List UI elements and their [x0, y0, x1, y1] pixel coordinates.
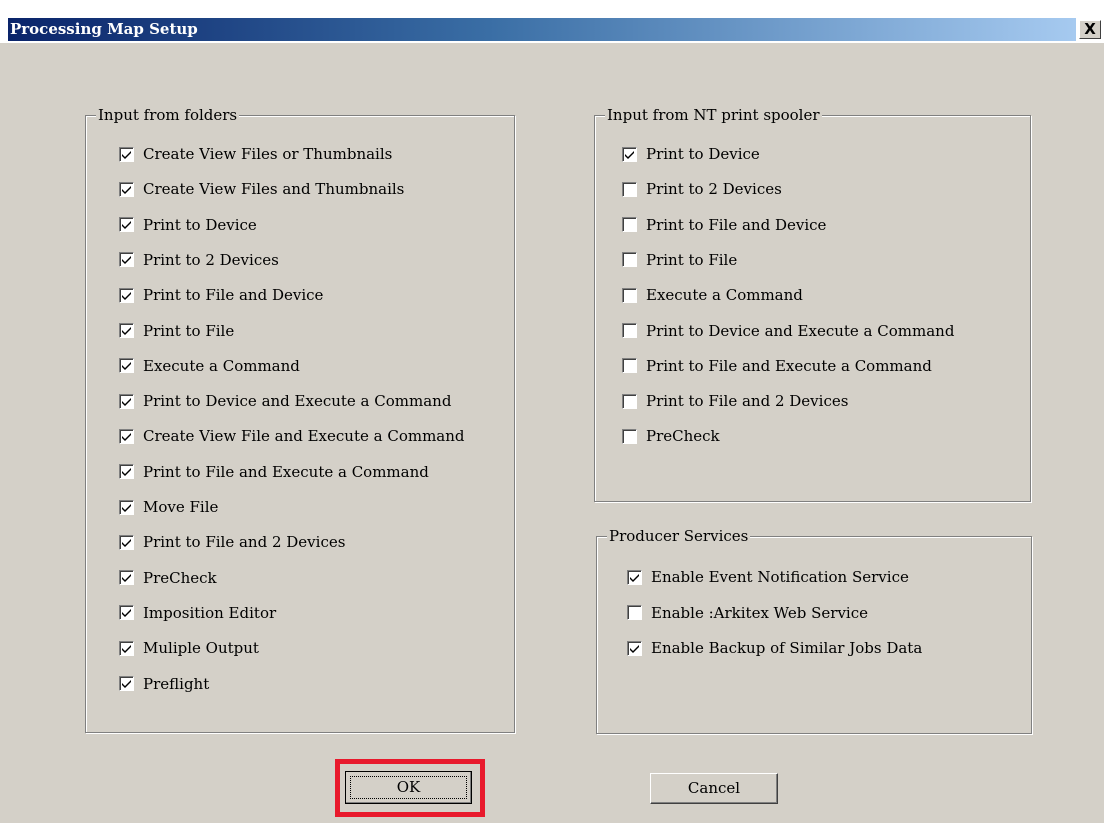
checkbox-label: Print to Device and Execute a Command [143, 392, 452, 411]
checkbox-producer-enable-arkitex-web-service[interactable]: Enable :Arkitex Web Service [627, 602, 868, 624]
checkbox-label: Create View File and Execute a Command [143, 427, 465, 446]
window-title: Processing Map Setup [10, 20, 198, 38]
checkbox-checked-icon[interactable] [119, 605, 134, 621]
checkbox-spooler-print-to-2-devices[interactable]: Print to 2 Devices [622, 178, 782, 200]
checkbox-label: Print to File and 2 Devices [646, 392, 849, 411]
checkbox-spooler-print-to-file-and-device[interactable]: Print to File and Device [622, 214, 826, 236]
checkbox-producer-enable-event-notification-service[interactable]: Enable Event Notification Service [627, 566, 909, 588]
checkbox-checked-icon[interactable] [119, 252, 134, 268]
checkbox-label: Print to File and 2 Devices [143, 533, 346, 552]
checkbox-unchecked-icon[interactable] [627, 605, 642, 620]
checkbox-label: Print to File [646, 250, 738, 269]
checkbox-label: Imposition Editor [143, 603, 277, 622]
checkbox-label: Execute a Command [646, 286, 803, 305]
checkbox-folders-move-file[interactable]: Move File [119, 496, 218, 518]
checkbox-label: Print to Device [646, 145, 760, 163]
checkbox-checked-icon[interactable] [627, 640, 642, 656]
checkbox-producer-enable-backup-of-similar-jobs-data[interactable]: Enable Backup of Similar Jobs Data [627, 637, 922, 659]
checkbox-unchecked-icon[interactable] [622, 181, 637, 197]
checkbox-folders-print-to-file-and-execute-a-command[interactable]: Print to File and Execute a Command [119, 461, 429, 483]
checkbox-spooler-print-to-file-and-execute-a-command[interactable]: Print to File and Execute a Command [622, 355, 932, 377]
group-input-from-spooler: Input from NT print spooler Print to Dev… [594, 106, 1031, 502]
checkbox-unchecked-icon[interactable] [622, 323, 637, 338]
title-bar: Processing Map Setup X [0, 0, 1104, 43]
checkbox-spooler-execute-a-command[interactable]: Execute a Command [622, 284, 803, 306]
checkbox-label: Create View Files or Thumbnails [143, 145, 393, 163]
group-legend-spooler: Input from NT print spooler [605, 106, 822, 124]
checkbox-label: Execute a Command [143, 356, 300, 375]
checkbox-label: Print to File [143, 321, 235, 340]
checkbox-label: Preflight [143, 674, 210, 693]
checkbox-checked-icon[interactable] [119, 146, 134, 162]
checkbox-spooler-print-to-file-and-2-devices[interactable]: Print to File and 2 Devices [622, 390, 848, 412]
checkbox-folders-print-to-device-and-execute-a-command[interactable]: Print to Device and Execute a Command [119, 390, 451, 412]
checkbox-folders-print-to-device[interactable]: Print to Device [119, 214, 257, 236]
group-legend-producer: Producer Services [607, 527, 751, 545]
checkbox-label: Print to File and Device [143, 286, 324, 305]
checkbox-spooler-print-to-file[interactable]: Print to File [622, 249, 737, 271]
group-legend-folders: Input from folders [96, 106, 240, 124]
checkbox-label: Enable Event Notification Service [651, 568, 909, 586]
checkbox-checked-icon[interactable] [119, 323, 134, 338]
checkbox-checked-icon[interactable] [627, 569, 642, 585]
checkbox-checked-icon[interactable] [119, 428, 134, 444]
checkbox-label: Print to 2 Devices [143, 250, 279, 269]
checkbox-checked-icon[interactable] [119, 676, 134, 691]
group-input-from-folders: Input from folders Create View Files or … [85, 106, 515, 733]
checkbox-checked-icon[interactable] [119, 464, 134, 480]
checkbox-checked-icon[interactable] [119, 393, 134, 409]
checkbox-checked-icon[interactable] [119, 358, 134, 374]
checkbox-label: Print to File and Execute a Command [143, 462, 429, 481]
checkbox-checked-icon[interactable] [119, 217, 134, 233]
close-button[interactable]: X [1079, 20, 1101, 39]
checkbox-label: Enable :Arkitex Web Service [651, 603, 868, 622]
checkbox-folders-create-view-file-and-execute-a-command[interactable]: Create View File and Execute a Command [119, 425, 465, 447]
checkbox-checked-icon[interactable] [119, 287, 134, 303]
checkbox-folders-print-to-2-devices[interactable]: Print to 2 Devices [119, 249, 279, 271]
checkbox-label: Enable Backup of Similar Jobs Data [651, 639, 923, 657]
checkbox-unchecked-icon[interactable] [622, 428, 637, 444]
checkbox-checked-icon[interactable] [119, 181, 134, 197]
checkbox-folders-print-to-file-and-2-devices[interactable]: Print to File and 2 Devices [119, 531, 345, 553]
checkbox-spooler-print-to-device[interactable]: Print to Device [622, 143, 760, 165]
checkbox-label: Move File [143, 498, 219, 516]
checkbox-unchecked-icon[interactable] [622, 393, 637, 409]
checkbox-spooler-precheck[interactable]: PreCheck [622, 425, 720, 447]
checkbox-unchecked-icon[interactable] [622, 358, 637, 374]
checkbox-label: Print to File and Execute a Command [646, 356, 932, 375]
checkbox-label: Muliple Output [143, 639, 259, 658]
checkbox-folders-print-to-file-and-device[interactable]: Print to File and Device [119, 284, 323, 306]
checkbox-unchecked-icon[interactable] [622, 217, 637, 233]
checkbox-folders-execute-a-command[interactable]: Execute a Command [119, 355, 300, 377]
checkbox-checked-icon[interactable] [119, 640, 134, 656]
checkbox-folders-create-view-files-or-thumbnails[interactable]: Create View Files or Thumbnails [119, 143, 392, 165]
checkbox-unchecked-icon[interactable] [622, 287, 637, 303]
checkbox-folders-print-to-file[interactable]: Print to File [119, 320, 234, 342]
checkbox-checked-icon[interactable] [119, 570, 134, 586]
checkbox-checked-icon[interactable] [622, 146, 637, 162]
checkbox-checked-icon[interactable] [119, 499, 134, 515]
checkbox-label: PreCheck [646, 427, 720, 446]
checkbox-label: Create View Files and Thumbnails [143, 180, 405, 199]
ok-button[interactable]: OK [345, 771, 472, 804]
group-producer-services: Producer Services Enable Event Notificat… [596, 527, 1032, 734]
checkbox-checked-icon[interactable] [119, 534, 134, 550]
ok-focus-rect [350, 776, 467, 799]
checkbox-spooler-print-to-device-and-execute-a-command[interactable]: Print to Device and Execute a Command [622, 320, 954, 342]
cancel-button[interactable]: Cancel [650, 773, 778, 804]
checkbox-folders-precheck[interactable]: PreCheck [119, 567, 217, 589]
checkbox-label: Print to 2 Devices [646, 180, 782, 199]
checkbox-folders-create-view-files-and-thumbnails[interactable]: Create View Files and Thumbnails [119, 178, 404, 200]
checkbox-label: Print to Device and Execute a Command [646, 321, 955, 340]
checkbox-label: Print to Device [143, 215, 257, 234]
checkbox-label: Print to File and Device [646, 215, 827, 234]
checkbox-folders-muliple-output[interactable]: Muliple Output [119, 637, 259, 659]
checkbox-folders-imposition-editor[interactable]: Imposition Editor [119, 602, 276, 624]
checkbox-unchecked-icon[interactable] [622, 252, 637, 268]
checkbox-folders-preflight[interactable]: Preflight [119, 673, 209, 695]
checkbox-label: PreCheck [143, 568, 217, 587]
